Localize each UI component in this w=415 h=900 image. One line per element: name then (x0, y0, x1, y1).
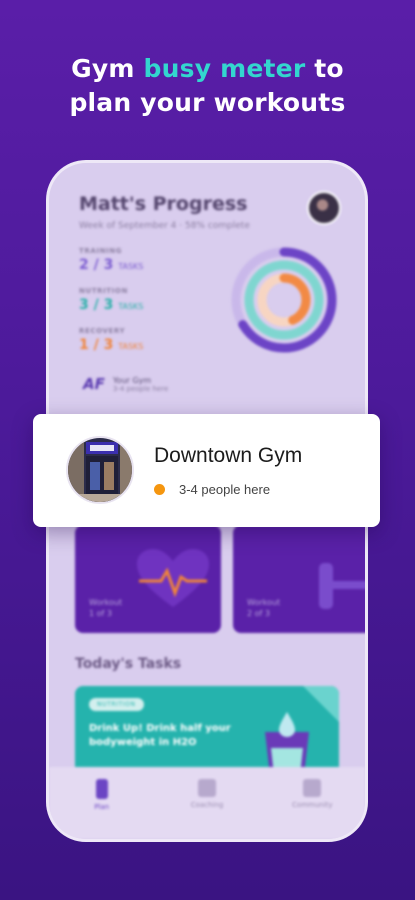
headline: Gym busy meter to plan your workouts (0, 52, 415, 120)
headline-accent: busy meter (143, 54, 306, 83)
gym-logo-icon: AF (83, 375, 105, 393)
tab-coaching[interactable]: Coaching (172, 779, 242, 839)
dumbbell-icon (319, 563, 365, 609)
your-gym-row[interactable]: AF Your Gym 3-4 people here (83, 375, 168, 393)
progress-title: Matt's Progress (79, 193, 248, 215)
stat-nutrition: NUTRITION 3 / 3 TASKS (79, 287, 144, 313)
tab-community[interactable]: Community (277, 779, 347, 839)
clipboard-icon (95, 779, 108, 799)
heart-icon (137, 549, 209, 607)
chat-icon (197, 779, 216, 797)
headline-line-2: plan your workouts (69, 88, 346, 117)
gym-name: Downtown Gym (154, 444, 303, 467)
tab-bar: Plan Coaching Community (49, 767, 365, 839)
progress-rings (231, 247, 337, 353)
gym-photo (66, 436, 134, 504)
todays-tasks-title: Today's Tasks (75, 656, 182, 672)
stat-training: TRAINING 2 / 3 TASKS (79, 247, 144, 273)
tab-plan[interactable]: Plan (67, 779, 137, 839)
community-icon (303, 779, 322, 797)
task-tag: NUTRITION (89, 698, 144, 711)
workout-card-2[interactable]: Workout 2 of 3 (233, 525, 365, 633)
workout-card-1[interactable]: Workout 1 of 3 (75, 525, 221, 633)
stat-recovery: RECOVERY 1 / 3 TASKS (79, 327, 144, 353)
headline-line-1: Gym busy meter to (71, 54, 344, 83)
avatar[interactable] (307, 191, 341, 225)
people-count: 3-4 people here (179, 482, 271, 497)
task-text: Drink Up! Drink half your bodyweight in … (89, 723, 231, 748)
gym-busy-status: 3-4 people here (154, 482, 270, 497)
gym-busy-card[interactable]: Downtown Gym 3-4 people here (33, 414, 380, 527)
progress-subtitle: Week of September 4 · 58% complete (79, 221, 250, 231)
gym-storefront-image (68, 438, 132, 502)
busy-indicator-dot (154, 484, 165, 495)
